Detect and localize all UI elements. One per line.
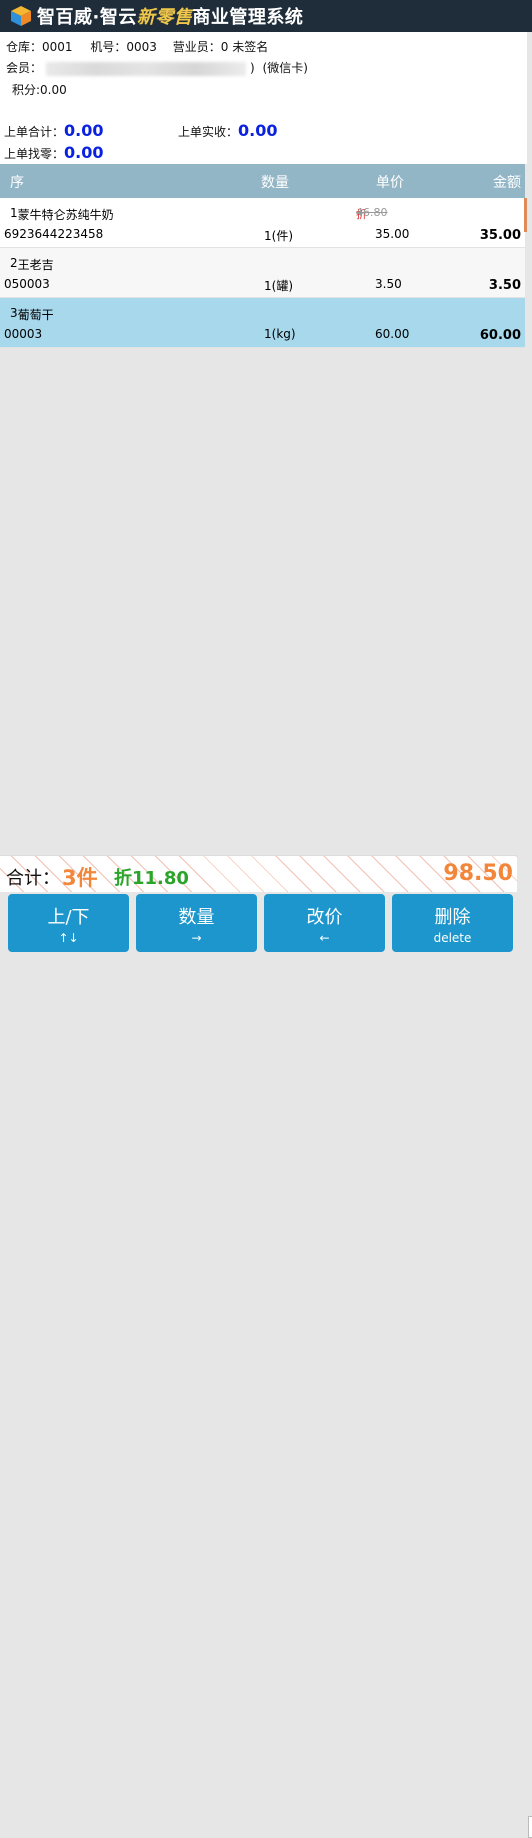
action-button-bar: 上/下 ↑↓ 数量 → 改价 ← 删除 delete bbox=[0, 892, 532, 1838]
item-qty: 1(罐) bbox=[264, 279, 293, 293]
column-header-index: 序 bbox=[10, 175, 24, 191]
item-list: 1 蒙牛特仑苏纯牛奶 折 46.80 6923644223458 1(件) 35.… bbox=[0, 198, 527, 348]
clerk-value: 0 未签名 bbox=[220, 40, 269, 54]
last-total-value: 0.00 bbox=[64, 121, 104, 140]
app-title-main: 智百威·智云 bbox=[37, 7, 137, 28]
change-price-button[interactable]: 改价 ← bbox=[264, 894, 385, 952]
button-label: 数量 bbox=[178, 907, 215, 928]
title-bar: 智百威·智云新零售商业管理系统 bbox=[0, 0, 532, 32]
button-label: 删除 bbox=[434, 907, 471, 928]
machine-label: 机号： bbox=[90, 40, 127, 54]
arrow-up-down-icon: ↑↓ bbox=[58, 931, 79, 945]
summary-label: 合计： bbox=[6, 868, 60, 889]
terminal-info-line: 仓库：0001 机号：0003 营业员：0 未签名 bbox=[6, 38, 268, 55]
summary-item-count: 3件 bbox=[62, 866, 98, 890]
item-price: 60.00 bbox=[375, 327, 410, 341]
summary-total: 98.50 bbox=[443, 861, 513, 886]
button-label: 上/下 bbox=[47, 907, 90, 928]
side-edge-tab bbox=[528, 1816, 532, 1838]
order-summary-bar: 合计： 3件 折11.80 98.50 bbox=[0, 855, 517, 892]
last-total-line: 上单合计：0.00 bbox=[4, 121, 104, 140]
member-tail: ) bbox=[250, 61, 255, 75]
scrollbar-thumb[interactable] bbox=[524, 198, 527, 232]
last-paid-label: 上单实收： bbox=[178, 125, 239, 139]
app-title-tail: 商业管理系统 bbox=[192, 7, 304, 28]
column-header-price: 单价 bbox=[376, 175, 404, 191]
arrow-left-icon: ← bbox=[319, 931, 330, 945]
quantity-button[interactable]: 数量 → bbox=[136, 894, 257, 952]
item-price: 3.50 bbox=[375, 277, 402, 291]
table-row[interactable]: 2 王老吉 050003 1(罐) 3.50 3.50 bbox=[0, 248, 525, 298]
delete-button[interactable]: 删除 delete bbox=[392, 894, 513, 952]
member-id-redacted bbox=[46, 61, 247, 76]
item-name: 2 王老吉 bbox=[10, 256, 54, 272]
table-header: 序 数量 单价 金额 bbox=[0, 164, 525, 198]
button-label: 改价 bbox=[306, 907, 343, 928]
delete-key-hint: delete bbox=[433, 931, 472, 945]
app-title: 智百威·智云新零售商业管理系统 bbox=[37, 3, 303, 29]
item-code: 00003 bbox=[4, 327, 43, 341]
points-label: 积分: bbox=[12, 83, 41, 97]
column-header-qty: 数量 bbox=[261, 175, 289, 191]
item-amount: 35.00 bbox=[479, 228, 521, 243]
item-amount: 60.00 bbox=[479, 328, 521, 343]
item-name: 1 蒙牛特仑苏纯牛奶 bbox=[10, 206, 114, 222]
item-code: 6923644223458 bbox=[4, 227, 104, 241]
warehouse-value: 0001 bbox=[42, 40, 73, 54]
clerk-label: 营业员： bbox=[172, 40, 221, 54]
item-code: 050003 bbox=[4, 277, 50, 291]
member-label: 会员： bbox=[6, 61, 43, 75]
cube-logo-icon bbox=[11, 6, 31, 26]
table-row-selected[interactable]: 3 葡萄干 00003 1(kg) 60.00 60.00 bbox=[0, 298, 525, 348]
column-header-amount: 金额 bbox=[493, 175, 521, 191]
last-change-value: 0.00 bbox=[64, 143, 104, 162]
item-price: 35.00 bbox=[375, 227, 410, 241]
last-paid-value: 0.00 bbox=[238, 121, 278, 140]
points-value: 0.00 bbox=[40, 83, 67, 97]
app-title-accent: 新零售 bbox=[136, 7, 193, 28]
warehouse-label: 仓库： bbox=[6, 40, 43, 54]
item-qty: 1(件) bbox=[264, 229, 293, 243]
member-card-type: (微信卡) bbox=[262, 61, 308, 75]
table-row[interactable]: 1 蒙牛特仑苏纯牛奶 折 46.80 6923644223458 1(件) 35.… bbox=[0, 198, 527, 248]
last-total-label: 上单合计： bbox=[4, 125, 65, 139]
item-qty: 1(kg) bbox=[264, 327, 296, 341]
points-line: 积分:0.00 bbox=[12, 81, 67, 98]
member-info-line: 会员：) (微信卡) bbox=[6, 59, 308, 76]
arrow-right-icon: → bbox=[191, 931, 202, 945]
last-paid-line: 上单实收：0.00 bbox=[178, 121, 278, 140]
item-name: 3 葡萄干 bbox=[10, 306, 54, 322]
move-up-down-button[interactable]: 上/下 ↑↓ bbox=[8, 894, 129, 952]
order-info-panel: 仓库：0001 机号：0003 营业员：0 未签名 会员：) (微信卡) 积分:… bbox=[0, 32, 527, 164]
item-amount: 3.50 bbox=[488, 278, 521, 293]
last-change-label: 上单找零： bbox=[4, 147, 65, 161]
machine-value: 0003 bbox=[126, 40, 157, 54]
summary-discount: 折11.80 bbox=[114, 868, 189, 889]
last-change-line: 上单找零：0.00 bbox=[4, 143, 104, 162]
